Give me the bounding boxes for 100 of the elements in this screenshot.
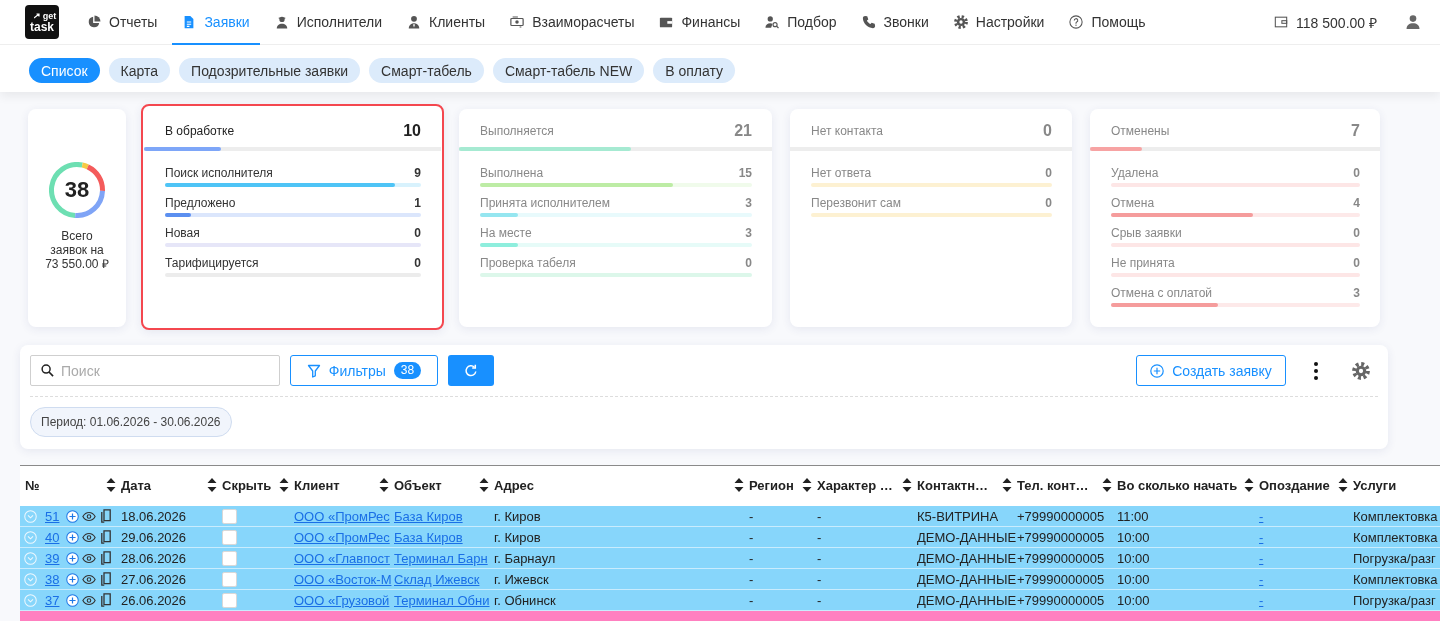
table-cell: 10:00 xyxy=(1117,550,1150,566)
table-cell: +79990000005 xyxy=(1017,592,1105,608)
filters-button[interactable]: Фильтры 38 xyxy=(290,355,438,386)
eye-icon[interactable] xyxy=(82,531,97,543)
eye-icon[interactable] xyxy=(82,594,97,606)
nav-tab[interactable]: Клиенты xyxy=(397,0,496,45)
nav-tab[interactable]: Исполнители xyxy=(264,0,393,45)
copy-icon[interactable] xyxy=(101,530,112,544)
status-card[interactable]: В обработке 10 Поиск исполнителя 9 Предложено 1 Новая 0 Тарифицируется 0 xyxy=(141,104,444,330)
plus-circle-icon[interactable] xyxy=(66,530,80,544)
sort-icon[interactable] xyxy=(106,477,116,493)
object-link[interactable]: Терминал Обни xyxy=(394,592,490,608)
object-link[interactable]: Терминал Барн xyxy=(394,550,488,566)
filter-icon xyxy=(306,363,321,378)
hide-checkbox[interactable] xyxy=(222,508,237,524)
user-icon[interactable] xyxy=(1406,15,1420,29)
client-link[interactable]: ООО «ПромРес xyxy=(294,529,390,545)
column-header: Скрыть xyxy=(222,477,272,493)
period-chip[interactable]: Период: 01.06.2026 - 30.06.2026 xyxy=(30,407,232,437)
nav-tab[interactable]: Взаиморасчеты xyxy=(500,0,645,45)
client-link[interactable]: ООО «Восток-М xyxy=(294,571,392,587)
view-tab[interactable]: Подозрительные заявки xyxy=(179,58,361,83)
kebab-menu-icon[interactable] xyxy=(1314,361,1318,380)
nav-tab[interactable]: Отчеты xyxy=(77,0,168,45)
table-row[interactable]: 38 27.06.2026 ООО «Восток-М Склад Ижевск г. Ижевск - - ДЕМО-ДАННЫЕ+79990000005 10:00 - Комплектовка xyxy=(20,569,1440,590)
order-number-link[interactable]: 39 xyxy=(45,550,60,566)
sort-icon[interactable] xyxy=(1244,477,1254,493)
sort-icon[interactable] xyxy=(902,477,912,493)
view-tab[interactable]: Смарт-табель NEW xyxy=(492,58,645,83)
delay-link[interactable]: - xyxy=(1259,592,1264,608)
table-cell: ДЕМО-ДАННЫЕ xyxy=(917,550,1017,566)
nav-tab[interactable]: Финансы xyxy=(649,0,751,45)
sort-icon[interactable] xyxy=(734,477,744,493)
eye-icon[interactable] xyxy=(82,552,97,564)
delay-link[interactable]: - xyxy=(1259,550,1264,566)
status-label: Предложено xyxy=(165,195,236,211)
copy-icon[interactable] xyxy=(101,572,112,586)
status-label: Срыв заявки xyxy=(1111,225,1182,241)
client-link[interactable]: ООО «Грузовой xyxy=(294,592,390,608)
order-number-link[interactable]: 51 xyxy=(45,508,60,524)
object-link[interactable]: Склад Ижевск xyxy=(394,571,480,587)
table-row[interactable]: 37 26.06.2026 ООО «Грузовой Терминал Обни г. Обнинск - - ДЕМО-ДАННЫЕ+79990000005 10:00 - Погрузка/разг xyxy=(20,590,1440,611)
view-tab[interactable]: Список xyxy=(29,58,100,83)
copy-icon[interactable] xyxy=(101,593,112,607)
copy-icon[interactable] xyxy=(101,509,112,523)
status-card[interactable]: Выполняется 21 Выполнена 15 Принята исполнителем 3 На месте 3 Проверка табеля 0 xyxy=(459,109,772,327)
table-cell: - xyxy=(749,592,754,608)
sort-icon[interactable] xyxy=(1002,477,1012,493)
object-link[interactable]: База Киров xyxy=(394,508,463,524)
order-number-link[interactable]: 37 xyxy=(45,592,60,608)
hide-checkbox[interactable] xyxy=(222,592,237,608)
hide-checkbox[interactable] xyxy=(222,571,237,587)
sort-icon[interactable] xyxy=(379,477,389,493)
table-cell: ДЕМО-ДАННЫЕ xyxy=(917,529,1017,545)
settings-icon[interactable] xyxy=(1352,361,1370,380)
status-card[interactable]: Отменены 7 Удалена 0 Отмена 4 Срыв заявки 0 Не принята 0 Отмена с оплатой 3 xyxy=(1090,109,1380,327)
table-cell: +79990000005 xyxy=(1017,550,1105,566)
nav-tab[interactable]: Настройки xyxy=(943,0,1055,45)
hide-checkbox[interactable] xyxy=(222,550,237,566)
sort-icon[interactable] xyxy=(479,477,489,493)
plus-circle-icon[interactable] xyxy=(66,593,80,607)
create-button[interactable]: Создать заявку xyxy=(1136,355,1286,386)
order-number-link[interactable]: 40 xyxy=(45,529,60,545)
delay-link[interactable]: - xyxy=(1259,508,1264,524)
search-field[interactable]: Поиск xyxy=(30,355,280,386)
status-count: 0 xyxy=(1353,165,1360,181)
table-row[interactable]: 39 28.06.2026 ООО «Главпост Терминал Барн г. Барнаул - - ДЕМО-ДАННЫЕ+79990000005 10:00 - Погрузка/разг xyxy=(20,548,1440,569)
sort-icon[interactable] xyxy=(1338,477,1348,493)
plus-circle-icon[interactable] xyxy=(66,509,80,523)
view-tab[interactable]: Смарт-табель xyxy=(369,58,484,83)
plus-circle-icon[interactable] xyxy=(66,551,80,565)
pie-chart-icon xyxy=(87,15,101,29)
table-cell: - xyxy=(749,571,754,587)
order-number-link[interactable]: 38 xyxy=(45,571,60,587)
object-link[interactable]: База Киров xyxy=(394,529,463,545)
delay-link[interactable]: - xyxy=(1259,571,1264,587)
hide-checkbox[interactable] xyxy=(222,529,237,545)
sort-icon[interactable] xyxy=(207,477,217,493)
view-tab[interactable]: Карта xyxy=(108,58,171,83)
sort-icon[interactable] xyxy=(802,477,812,493)
table-cell: Погрузка/разг xyxy=(1353,550,1436,566)
sort-icon[interactable] xyxy=(1102,477,1112,493)
nav-tab[interactable]: Подбор xyxy=(755,0,847,45)
nav-tab[interactable]: Звонки xyxy=(851,0,939,45)
plus-circle-icon[interactable] xyxy=(66,572,80,586)
view-tab[interactable]: В оплату xyxy=(653,58,735,83)
nav-tab[interactable]: Помощь xyxy=(1059,0,1156,45)
delay-link[interactable]: - xyxy=(1259,529,1264,545)
status-card[interactable]: Нет контакта 0 Нет ответа 0 Перезвонит сам 0 xyxy=(790,109,1072,327)
client-link[interactable]: ООО «Главпост xyxy=(294,550,390,566)
copy-icon[interactable] xyxy=(101,551,112,565)
refresh-button[interactable] xyxy=(448,355,494,386)
eye-icon[interactable] xyxy=(82,510,97,522)
table-row[interactable]: 40 29.06.2026 ООО «ПромРес База Киров г. Киров - - ДЕМО-ДАННЫЕ+79990000005 10:00 - Комплектовка xyxy=(20,527,1440,548)
sort-icon[interactable] xyxy=(279,477,289,493)
nav-tab[interactable]: Заявки xyxy=(172,0,260,45)
eye-icon[interactable] xyxy=(82,573,97,585)
table-row[interactable]: 51 18.06.2026 ООО «ПромРес База Киров г. Киров - - К5-ВИТРИНА +79990000005 11:00 - Комплектовка xyxy=(20,506,1440,527)
client-link[interactable]: ООО «ПромРес xyxy=(294,508,390,524)
column-header: Регион xyxy=(749,477,794,493)
